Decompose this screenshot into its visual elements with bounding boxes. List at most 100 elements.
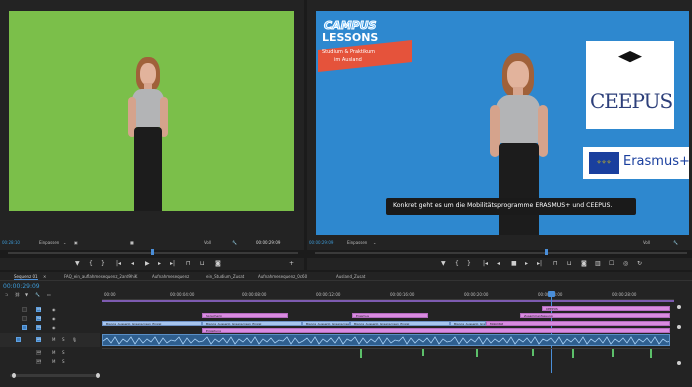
mic-icon[interactable]: 🎙 — [72, 337, 77, 342]
source-patch[interactable] — [22, 307, 27, 312]
clip-v1[interactable]: Bianca_Aussenb_Greenscreen_Einzel — [302, 321, 350, 326]
mark-out-icon[interactable]: } — [101, 260, 105, 268]
step-back-icon[interactable]: ◂ — [131, 260, 134, 268]
extract-icon[interactable]: ⊔ — [567, 260, 572, 268]
timeline-tab[interactable]: Ausland_Zusat — [336, 274, 365, 279]
snap-icon[interactable]: ⊃ — [5, 292, 8, 297]
program-scale-dropdown[interactable]: Voll — [643, 240, 650, 245]
clip-v3[interactable]: Zusammenfassung — [520, 313, 670, 318]
audio-keyframe[interactable] — [532, 348, 534, 356]
program-video-frame[interactable]: CAMPUS LESSONS Studium & Praktikum im Au… — [316, 11, 689, 235]
clip-v1[interactable]: Bianca_Aussenb_Greenscreen_Einzel — [202, 321, 302, 326]
source-video-frame[interactable] — [9, 11, 294, 211]
source-playhead[interactable] — [151, 249, 154, 255]
eye-icon[interactable]: ◉ — [52, 307, 56, 312]
play-icon[interactable]: ▶ — [145, 260, 150, 268]
vertical-scrollbar[interactable] — [677, 305, 681, 365]
marker-icon[interactable]: ■ — [130, 240, 134, 245]
horizontal-scrollbar[interactable] — [10, 374, 100, 377]
chevron-down-icon[interactable]: ⌄ — [373, 240, 376, 245]
step-back-icon[interactable]: ◂ — [497, 260, 500, 268]
safe-margins-icon[interactable]: ☐ — [609, 260, 614, 268]
go-to-in-icon[interactable]: |◂ — [483, 260, 488, 268]
wrench-icon[interactable]: 🔧 — [35, 292, 40, 297]
time-ruler[interactable]: 00:00 00:00:04:00 00:00:08:00 00:00:12:0… — [102, 291, 674, 300]
settings-icon[interactable]: ▣ — [74, 240, 78, 245]
audio-keyframe[interactable] — [476, 348, 478, 357]
program-timecode-left[interactable]: 00:00:29:09 — [309, 240, 333, 245]
wrench-icon[interactable]: 🔧 — [232, 240, 237, 245]
audio-keyframe[interactable] — [572, 348, 574, 358]
audio-clip-a1[interactable] — [102, 334, 670, 346]
mark-in-icon[interactable]: { — [455, 260, 459, 268]
close-icon[interactable]: ✕ — [43, 274, 46, 279]
timeline-tab[interactable]: Aufnahmesequenz_0c60 — [258, 274, 307, 279]
go-to-out-icon[interactable]: ▸| — [537, 260, 542, 268]
audio-keyframe[interactable] — [612, 348, 614, 357]
source-fit-dropdown[interactable]: Einpassen — [39, 240, 59, 245]
program-scrubber[interactable] — [315, 252, 687, 254]
solo-icon[interactable]: S — [62, 350, 65, 355]
lift-icon[interactable]: ⊓ — [553, 260, 558, 268]
source-patch[interactable] — [22, 316, 27, 321]
playhead-handle[interactable] — [548, 291, 555, 297]
scrollbar-handle[interactable] — [12, 373, 16, 378]
mute-icon[interactable]: M — [52, 359, 55, 364]
source-patch[interactable] — [22, 325, 27, 330]
stop-icon[interactable]: ■ — [511, 260, 517, 268]
mark-in-icon[interactable]: { — [89, 260, 93, 268]
eye-icon[interactable]: ◉ — [52, 316, 56, 321]
audio-track-a2[interactable] — [102, 348, 670, 349]
wrench-icon[interactable]: 🔧 — [673, 240, 678, 245]
audio-keyframe[interactable] — [422, 348, 424, 356]
audio-keyframe[interactable] — [650, 348, 652, 358]
scrollbar-handle[interactable] — [96, 373, 100, 378]
comparison-view-icon[interactable]: ▥ — [595, 260, 601, 268]
mute-icon[interactable]: M — [52, 350, 55, 355]
add-button-icon[interactable]: + — [289, 260, 294, 268]
clip-v1[interactable]: Bianca_Aussenb_Greenscreen_Einzel — [350, 321, 450, 326]
clip-v1[interactable]: Bianca_Aussenb_Greenscreen_Einzel — [450, 321, 486, 326]
add-marker-icon[interactable]: ▼ — [441, 260, 446, 268]
linked-selection-icon[interactable]: ⛓ — [15, 292, 20, 297]
step-forward-icon[interactable]: ▸ — [525, 260, 528, 268]
timeline-tab[interactable]: Aufnahmesequenz — [152, 274, 189, 279]
program-playhead[interactable] — [545, 249, 548, 255]
vr-icon[interactable]: ◎ — [623, 260, 628, 268]
eye-icon[interactable]: ◉ — [52, 325, 56, 330]
timeline-timecode[interactable]: 00:00:29:09 — [3, 283, 40, 290]
source-timecode-left[interactable]: 00:28:10 — [2, 240, 20, 245]
solo-icon[interactable]: S — [62, 337, 65, 342]
clip-v1[interactable]: Mobilität — [486, 321, 670, 326]
mark-out-icon[interactable]: } — [467, 260, 471, 268]
solo-icon[interactable]: S — [62, 359, 65, 364]
logo-line3: Studium & Praktikum — [322, 49, 376, 55]
add-marker-icon[interactable]: ▼ — [75, 260, 80, 268]
clip-v3[interactable]: Sprecherin — [202, 313, 288, 318]
clip-v1[interactable]: Bianca_Aussenb_Greenscreen_Einzel — [102, 321, 202, 326]
go-to-out-icon[interactable]: ▸| — [170, 260, 175, 268]
timeline-tools: ⊃ ⛓ ▼ 🔧 ▭ — [3, 292, 93, 298]
insert-icon[interactable]: ⊓ — [186, 260, 191, 268]
timeline-tab[interactable]: FAQ_ein_auflahmesequenz_2ard9hiK — [64, 274, 137, 279]
go-to-in-icon[interactable]: |◂ — [116, 260, 121, 268]
captions-icon[interactable]: ▭ — [47, 292, 51, 297]
step-forward-icon[interactable]: ▸ — [158, 260, 161, 268]
clip-v2[interactable]: Einleitung — [202, 328, 670, 333]
export-frame-icon[interactable]: ◙ — [215, 260, 221, 268]
clip-v3[interactable]: CEEPUS — [542, 306, 670, 311]
timeline-tab-active[interactable]: Sequenz 01 — [14, 274, 38, 280]
mute-icon[interactable]: M — [52, 337, 55, 342]
clip-v3[interactable]: Erasmus — [352, 313, 428, 318]
timeline-tab[interactable]: ein_Studium_Zusat — [206, 274, 244, 279]
source-scale-dropdown[interactable]: Voll — [204, 240, 211, 245]
source-patch[interactable] — [16, 337, 21, 342]
chevron-down-icon[interactable]: ⌄ — [63, 240, 66, 245]
loop-icon[interactable]: ↻ — [637, 260, 642, 268]
audio-keyframe[interactable] — [360, 348, 362, 358]
work-area-bar[interactable] — [102, 300, 674, 302]
markers-icon[interactable]: ▼ — [25, 292, 28, 297]
program-fit-dropdown[interactable]: Einpassen — [347, 240, 367, 245]
overwrite-icon[interactable]: ⊔ — [200, 260, 205, 268]
export-frame-icon[interactable]: ◙ — [581, 260, 587, 268]
